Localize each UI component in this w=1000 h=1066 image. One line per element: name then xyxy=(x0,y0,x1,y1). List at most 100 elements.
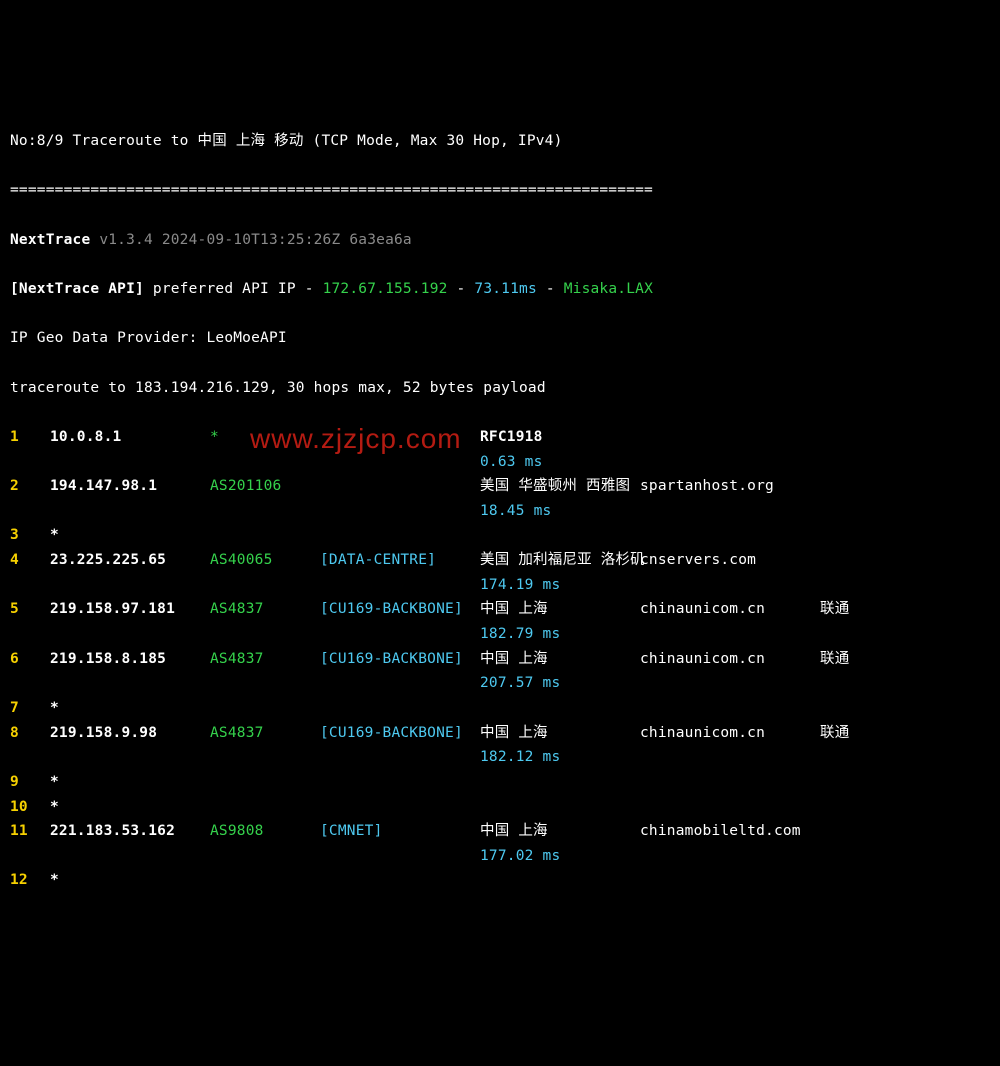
separator: ========================================… xyxy=(10,178,990,203)
hop-domain xyxy=(640,696,820,721)
hop-number: 11 xyxy=(10,819,50,844)
hop-domain xyxy=(640,425,820,450)
hop-domain: chinaunicom.cn xyxy=(640,721,820,746)
hop-asn: AS9808 xyxy=(210,819,320,844)
hop-number: 6 xyxy=(10,647,50,672)
hop-row: 2194.147.98.1AS201106 美国 华盛顿州 西雅图spartanh… xyxy=(10,474,990,499)
hop-location: 中国 上海 xyxy=(480,721,640,746)
hop-asn xyxy=(210,795,320,820)
hop-asn xyxy=(210,696,320,721)
hop-backbone-tag xyxy=(320,770,480,795)
api-line: [NextTrace API] preferred API IP - 172.6… xyxy=(10,277,990,302)
hop-backbone-tag: [CMNET] xyxy=(320,819,480,844)
api-text: preferred API IP - xyxy=(144,281,323,297)
hop-latency-row: 182.12 ms xyxy=(10,745,990,770)
hop-asn: * xyxy=(210,425,320,450)
hop-number: 8 xyxy=(10,721,50,746)
hop-domain: chinaunicom.cn xyxy=(640,647,820,672)
hop-location xyxy=(480,696,640,721)
api-label: [NextTrace API] xyxy=(10,281,144,297)
hop-row: 5219.158.97.181AS4837[CU169-BACKBONE]中国 … xyxy=(10,597,990,622)
hop-latency: 177.02 ms xyxy=(480,844,560,869)
hop-isp xyxy=(820,795,900,820)
hop-number: 1 xyxy=(10,425,50,450)
hop-number: 9 xyxy=(10,770,50,795)
hop-asn: AS4837 xyxy=(210,647,320,672)
hop-latency: 207.57 ms xyxy=(480,671,560,696)
hop-asn xyxy=(210,523,320,548)
hop-row: 110.0.8.1* RFC1918 xyxy=(10,425,990,450)
hop-ip: * xyxy=(50,868,210,893)
hop-location: 中国 上海 xyxy=(480,647,640,672)
hop-isp xyxy=(820,548,900,573)
hop-row: 11221.183.53.162AS9808[CMNET]中国 上海chinam… xyxy=(10,819,990,844)
hop-latency-row: 174.19 ms xyxy=(10,573,990,598)
hop-ip: * xyxy=(50,795,210,820)
hop-isp: 联通 xyxy=(820,647,900,672)
hop-ip: 219.158.8.185 xyxy=(50,647,210,672)
hop-row: 7* xyxy=(10,696,990,721)
hop-row: 8219.158.9.98AS4837[CU169-BACKBONE]中国 上海… xyxy=(10,721,990,746)
hop-asn: AS201106 xyxy=(210,474,320,499)
hop-row: 423.225.225.65AS40065[DATA-CENTRE]美国 加利福… xyxy=(10,548,990,573)
hop-backbone-tag xyxy=(320,523,480,548)
hop-ip: 219.158.97.181 xyxy=(50,597,210,622)
hop-domain: cnservers.com xyxy=(640,548,820,573)
hop-row: 12* xyxy=(10,868,990,893)
hop-isp xyxy=(820,425,900,450)
hop-latency-row: 207.57 ms xyxy=(10,671,990,696)
hop-location xyxy=(480,770,640,795)
hop-backbone-tag xyxy=(320,795,480,820)
terminal-output: No:8/9 Traceroute to 中国 上海 移动 (TCP Mode,… xyxy=(10,105,990,943)
hop-asn xyxy=(210,868,320,893)
hop-backbone-tag xyxy=(320,425,480,450)
hop-row: 6219.158.8.185AS4837[CU169-BACKBONE]中国 上… xyxy=(10,647,990,672)
api-ip: 172.67.155.192 xyxy=(323,281,448,297)
hop-number: 4 xyxy=(10,548,50,573)
hop-ip: * xyxy=(50,770,210,795)
hop-asn: AS40065 xyxy=(210,548,320,573)
hop-domain xyxy=(640,523,820,548)
hop-number: 3 xyxy=(10,523,50,548)
hop-domain xyxy=(640,868,820,893)
hop-latency-row: 182.79 ms xyxy=(10,622,990,647)
hop-ip: 194.147.98.1 xyxy=(50,474,210,499)
hop-latency: 182.79 ms xyxy=(480,622,560,647)
title-line: No:8/9 Traceroute to 中国 上海 移动 (TCP Mode,… xyxy=(10,129,990,154)
geo-provider: IP Geo Data Provider: LeoMoeAPI xyxy=(10,326,990,351)
hop-number: 12 xyxy=(10,868,50,893)
hop-backbone-tag xyxy=(320,868,480,893)
hop-ip: * xyxy=(50,696,210,721)
hop-latency: 174.19 ms xyxy=(480,573,560,598)
hop-row: 3* xyxy=(10,523,990,548)
hop-domain: chinaunicom.cn xyxy=(640,597,820,622)
hop-isp xyxy=(820,770,900,795)
hop-number: 10 xyxy=(10,795,50,820)
traceroute-line: traceroute to 183.194.216.129, 30 hops m… xyxy=(10,376,990,401)
hop-domain xyxy=(640,770,820,795)
hop-domain: chinamobileltd.com xyxy=(640,819,820,844)
hop-asn xyxy=(210,770,320,795)
hop-location xyxy=(480,795,640,820)
hop-latency-row: 177.02 ms xyxy=(10,844,990,869)
hop-location: 中国 上海 xyxy=(480,819,640,844)
hop-isp xyxy=(820,696,900,721)
hop-isp: 联通 xyxy=(820,721,900,746)
app-name: NextTrace xyxy=(10,232,90,248)
hop-latency: 182.12 ms xyxy=(480,745,560,770)
hop-number: 7 xyxy=(10,696,50,721)
hop-location: 中国 上海 xyxy=(480,597,640,622)
hop-location xyxy=(480,868,640,893)
hop-isp xyxy=(820,474,900,499)
hop-location: 美国 华盛顿州 西雅图 xyxy=(480,474,640,499)
hop-ip: 10.0.8.1 xyxy=(50,425,210,450)
hop-number: 2 xyxy=(10,474,50,499)
hop-latency: 18.45 ms xyxy=(480,499,551,524)
hop-latency-row: 18.45 ms xyxy=(10,499,990,524)
api-latency: 73.11ms xyxy=(474,281,537,297)
hop-domain: spartanhost.org xyxy=(640,474,820,499)
hop-location: RFC1918 xyxy=(480,425,640,450)
app-line: NextTrace v1.3.4 2024-09-10T13:25:26Z 6a… xyxy=(10,228,990,253)
hop-backbone-tag: [CU169-BACKBONE] xyxy=(320,721,480,746)
hop-isp: 联通 xyxy=(820,597,900,622)
